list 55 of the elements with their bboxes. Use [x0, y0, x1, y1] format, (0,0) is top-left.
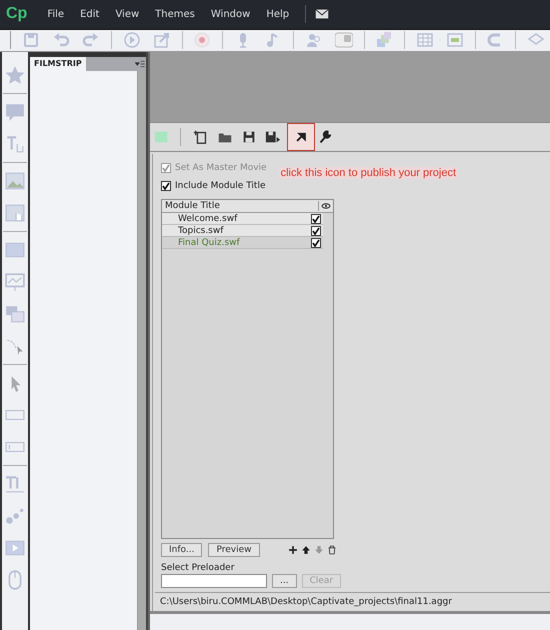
checkbox[interactable] — [161, 181, 171, 191]
text-width-icon[interactable] — [5, 474, 25, 494]
redo-icon[interactable] — [82, 31, 100, 50]
menu-item[interactable]: Help — [258, 8, 298, 20]
add-icon[interactable] — [288, 545, 298, 555]
checkbox-label: Include Module Title — [175, 181, 266, 191]
text-click-icon[interactable] — [5, 134, 25, 154]
video-icon[interactable] — [5, 538, 25, 558]
table-icon[interactable] — [416, 31, 434, 50]
menu-item[interactable]: Window — [202, 8, 258, 20]
wrench-icon[interactable] — [319, 130, 333, 144]
play-icon[interactable] — [122, 31, 141, 50]
menu-item[interactable]: Edit — [72, 8, 108, 20]
new-file-icon[interactable] — [193, 129, 209, 145]
publish-icon[interactable] — [294, 130, 308, 144]
overlap-icon[interactable] — [5, 304, 25, 324]
table-row[interactable]: Welcome.swf — [162, 213, 323, 225]
panel-tab[interactable]: FILMSTRIP — [30, 57, 86, 71]
image-click-icon[interactable] — [5, 203, 25, 223]
menu-item[interactable]: Themes — [147, 8, 203, 20]
field-label: Select Preloader — [161, 563, 236, 573]
layers-icon[interactable] — [375, 31, 394, 50]
move-up-icon[interactable] — [300, 545, 311, 555]
undo-icon[interactable] — [52, 31, 70, 50]
checkbox[interactable] — [311, 214, 321, 224]
checkbox[interactable] — [311, 226, 321, 236]
input-field[interactable] — [161, 574, 267, 588]
menu-item[interactable]: View — [107, 8, 148, 20]
annotation-text: click this icon to publish your project — [278, 167, 458, 179]
export-icon[interactable] — [152, 31, 171, 50]
slide-icon[interactable] — [5, 240, 25, 260]
caption-icon[interactable] — [5, 102, 25, 122]
browse-button[interactable]: ... — [272, 574, 297, 588]
save-as-icon[interactable] — [265, 129, 281, 145]
panel-icon[interactable] — [446, 31, 464, 50]
checkbox[interactable] — [311, 238, 321, 248]
column-header: Module Title — [164, 201, 221, 211]
trash-icon[interactable] — [326, 545, 337, 555]
push-button[interactable]: Preview — [208, 543, 260, 557]
app-icon — [154, 129, 170, 145]
record-icon[interactable] — [193, 31, 212, 50]
image-icon[interactable] — [5, 171, 25, 191]
app-logo: Cp — [6, 5, 28, 24]
checkbox-label: Set As Master Movie — [175, 163, 267, 173]
menu-item[interactable]: File — [39, 8, 72, 20]
table-row[interactable]: Topics.swf — [162, 225, 323, 237]
star-icon[interactable] — [5, 65, 25, 85]
bubbles-icon[interactable] — [5, 506, 25, 526]
save-icon[interactable] — [241, 129, 257, 145]
push-button[interactable]: Info... — [161, 543, 202, 557]
eye-icon[interactable] — [321, 201, 331, 211]
scrollbar[interactable] — [137, 71, 146, 630]
users-icon[interactable] — [304, 31, 323, 50]
panel-menu-icon[interactable] — [134, 58, 146, 70]
chart-slide-icon[interactable] — [5, 272, 25, 292]
